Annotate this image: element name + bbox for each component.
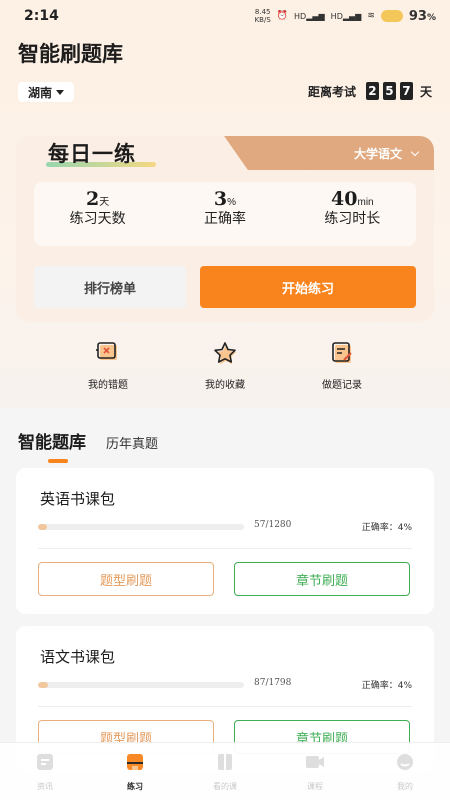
countdown-digit: 5 <box>382 82 396 100</box>
progress-count: 57/1280 <box>254 520 292 530</box>
nav-item-profile[interactable]: 我的 <box>360 743 450 800</box>
nav-item-watched[interactable]: 看的课 <box>180 743 270 800</box>
profile-icon <box>397 754 413 770</box>
shortcut-favorites[interactable]: 我的收藏 <box>175 340 275 391</box>
nav-label: 看的课 <box>213 782 237 791</box>
progress-fill <box>38 524 48 530</box>
video-icon <box>306 756 324 768</box>
caret-down-icon <box>56 89 65 95</box>
type-practice-button[interactable]: 题型刷题 <box>38 562 214 596</box>
tab-past-exams[interactable]: 历年真题 <box>106 433 158 453</box>
countdown-unit: 天 <box>419 84 432 99</box>
page-title: 智能刷题库 <box>18 42 123 66</box>
chapter-practice-button[interactable]: 章节刷题 <box>234 562 410 596</box>
battery-level: 93% <box>408 8 436 24</box>
nav-label: 资讯 <box>37 782 53 791</box>
exam-countdown: 距离考试 2 5 7 天 <box>308 82 432 100</box>
start-practice-button[interactable]: 开始练习 <box>200 266 416 308</box>
status-bar: 2:14 8.45 KB/S ⏰ HD▂▄▆ HD▂▄▆ ≋ 93% <box>0 0 450 32</box>
weather-icon <box>380 10 403 22</box>
divider <box>38 706 412 707</box>
net-speed: 8.45 KB/S <box>254 8 271 24</box>
progress-fill <box>38 682 48 688</box>
daily-practice-card: 大学语文 每日一练 2天 练习天数 3% 正确率 40min 练习时长 排行榜单… <box>16 136 434 322</box>
book-icon <box>218 754 232 770</box>
nav-item-practice[interactable]: 练习 <box>90 743 180 800</box>
subject-selector[interactable]: 大学语文 <box>264 136 434 170</box>
countdown-digit: 7 <box>399 82 413 100</box>
package-title: 英语书课包 <box>40 490 116 508</box>
package-title: 语文书课包 <box>40 648 116 666</box>
signal-icon: HD▂▄▆ <box>294 11 325 21</box>
stat-duration: 40min 练习时长 <box>289 182 416 246</box>
shortcut-row: 我的错题 我的收藏 做题记录 <box>0 340 450 391</box>
nav-label: 我的 <box>397 782 413 791</box>
status-time: 2:14 <box>24 8 59 24</box>
stat-unit: 天 <box>99 197 110 208</box>
subject-label: 大学语文 <box>353 146 402 161</box>
bottom-nav: 资讯 练习 看的课 课程 我的 <box>0 742 450 800</box>
stat-unit: % <box>227 197 237 208</box>
nav-label: 课程 <box>307 782 323 791</box>
stat-value: 40 <box>331 188 358 210</box>
wifi-icon: ≋ <box>367 11 375 21</box>
stat-practice-days: 2天 练习天数 <box>34 182 161 246</box>
wrong-questions-icon <box>96 342 117 360</box>
region-selector[interactable]: 湖南 <box>18 82 75 102</box>
record-icon <box>332 342 352 363</box>
stat-label: 练习天数 <box>69 211 126 227</box>
stat-value: 3 <box>213 188 228 210</box>
star-icon <box>214 342 236 364</box>
daily-title: 每日一练 <box>48 142 136 166</box>
stat-unit: min <box>357 197 374 208</box>
accuracy-label: 正确率：4% <box>361 523 412 533</box>
nav-label: 练习 <box>127 782 143 791</box>
divider <box>38 548 412 549</box>
progress-bar <box>38 524 244 530</box>
countdown-label: 距离考试 <box>307 84 356 99</box>
chevron-down-icon <box>410 147 420 156</box>
bank-tabs: 智能题库 历年真题 <box>18 428 158 463</box>
alarm-icon: ⏰ <box>276 11 289 21</box>
practice-icon <box>127 754 143 770</box>
stat-value: 2 <box>86 188 100 210</box>
news-icon <box>37 754 53 770</box>
stat-label: 正确率 <box>203 211 246 227</box>
package-card-english: 英语书课包 57/1280 正确率：4% 题型刷题 章节刷题 <box>16 468 434 614</box>
shortcut-label: 我的错题 <box>88 380 128 391</box>
accuracy-label: 正确率：4% <box>361 681 412 691</box>
nav-item-news[interactable]: 资讯 <box>0 743 90 800</box>
signal-icon-2: HD▂▄▆ <box>330 11 362 21</box>
nav-item-courses[interactable]: 课程 <box>270 743 360 800</box>
tab-smart-bank[interactable]: 智能题库 <box>18 428 86 463</box>
progress-bar <box>38 682 244 688</box>
shortcut-label: 做题记录 <box>322 380 362 391</box>
progress-count: 87/1798 <box>254 678 292 688</box>
shortcut-label: 我的收藏 <box>205 380 245 391</box>
region-label: 湖南 <box>28 85 53 100</box>
leaderboard-button[interactable]: 排行榜单 <box>34 266 186 308</box>
shortcut-wrong-questions[interactable]: 我的错题 <box>58 340 158 391</box>
status-icons: 8.45 KB/S ⏰ HD▂▄▆ HD▂▄▆ ≋ 93% <box>255 8 436 24</box>
stats-panel: 2天 练习天数 3% 正确率 40min 练习时长 <box>34 182 416 246</box>
shortcut-records[interactable]: 做题记录 <box>292 340 392 391</box>
stat-label: 练习时长 <box>324 211 381 227</box>
stat-accuracy: 3% 正确率 <box>161 182 288 246</box>
countdown-digit: 2 <box>365 82 379 100</box>
